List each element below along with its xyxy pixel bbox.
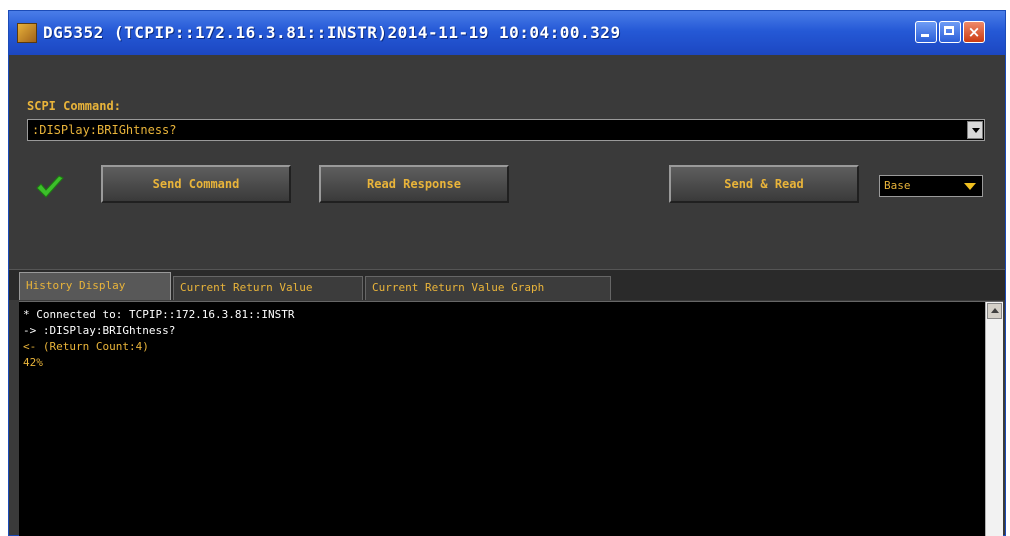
history-line: -> :DISPlay:BRIGhtness? xyxy=(23,324,176,337)
check-icon xyxy=(36,175,64,198)
history-line: * Connected to: TCPIP::172.16.3.81::INST… xyxy=(23,308,295,321)
app-window: DG5352 (TCPIP::172.16.3.81::INSTR)2014-1… xyxy=(8,10,1006,536)
format-select[interactable]: Base xyxy=(879,175,983,197)
tab-history-display[interactable]: History Display xyxy=(19,272,171,300)
close-button[interactable]: × xyxy=(963,21,985,43)
send-command-button[interactable]: Send Command xyxy=(101,165,291,203)
history-line: 42% xyxy=(23,356,43,369)
maximize-button[interactable] xyxy=(939,21,961,43)
history-scrollbar[interactable] xyxy=(985,302,1003,536)
minimize-button[interactable] xyxy=(915,21,937,43)
window-title: DG5352 (TCPIP::172.16.3.81::INSTR)2014-1… xyxy=(43,23,621,42)
app-icon xyxy=(17,23,37,43)
scpi-command-label: SCPI Command: xyxy=(27,99,121,113)
close-icon: × xyxy=(967,23,981,41)
scroll-up-button[interactable] xyxy=(987,303,1002,319)
history-line: <- (Return Count:4) xyxy=(23,340,149,353)
tab-current-return-value-graph[interactable]: Current Return Value Graph xyxy=(365,276,611,300)
format-select-value: Base xyxy=(884,179,911,192)
send-and-read-button[interactable]: Send & Read xyxy=(669,165,859,203)
scpi-command-input[interactable]: :DISPlay:BRIGhtness? xyxy=(27,119,985,141)
chevron-down-icon xyxy=(964,183,976,190)
tab-current-return-value[interactable]: Current Return Value xyxy=(173,276,363,300)
command-history-dropdown-button[interactable] xyxy=(967,121,983,139)
history-console[interactable]: * Connected to: TCPIP::172.16.3.81::INST… xyxy=(19,301,1003,536)
title-bar[interactable]: DG5352 (TCPIP::172.16.3.81::INSTR)2014-1… xyxy=(9,11,1005,55)
tab-bar: History Display Current Return Value Cur… xyxy=(9,269,1005,300)
read-response-button[interactable]: Read Response xyxy=(319,165,509,203)
